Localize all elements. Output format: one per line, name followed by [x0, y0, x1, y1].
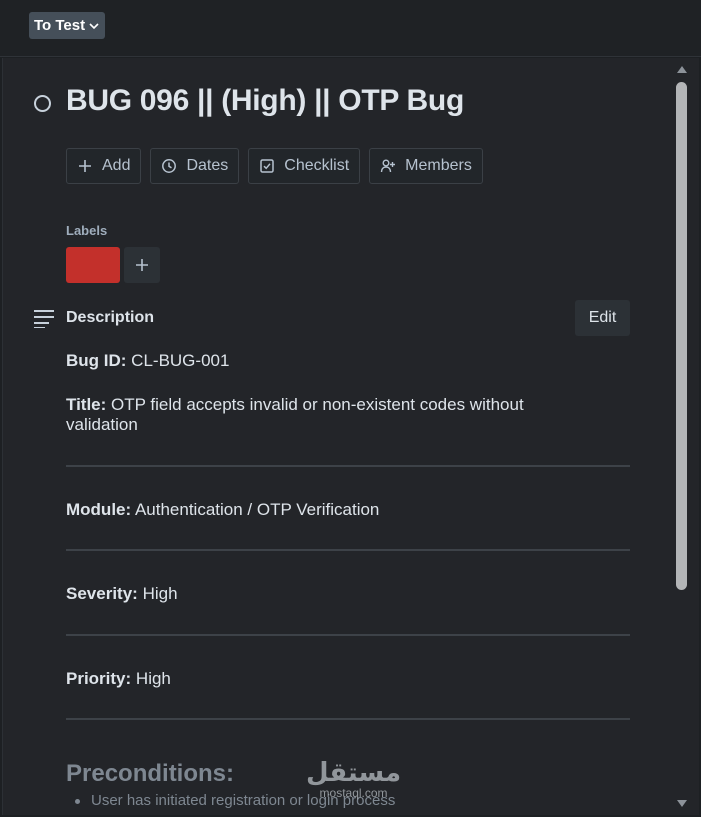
- field-value: High: [135, 669, 171, 688]
- add-person-icon: [380, 159, 396, 173]
- members-button[interactable]: Members: [369, 148, 483, 184]
- field-value: OTP field accepts invalid or non-existen…: [66, 395, 524, 434]
- list-header: To Test: [0, 0, 701, 57]
- add-button-label: Add: [102, 157, 131, 174]
- field-module: Module: Authentication / OTP Verificatio…: [66, 500, 586, 520]
- dates-button[interactable]: Dates: [150, 148, 240, 184]
- scroll-down-arrow-icon[interactable]: [677, 800, 687, 807]
- field-value: Authentication / OTP Verification: [134, 500, 380, 519]
- divider: [66, 549, 630, 551]
- watermark-latin: mostaql.com: [319, 786, 388, 800]
- field-key: Bug ID:: [66, 351, 127, 370]
- checkbox-icon: [260, 159, 275, 173]
- description-icon: [34, 310, 54, 328]
- clock-icon: [162, 159, 177, 173]
- field-key: Module:: [66, 500, 132, 519]
- card-actions: Add Dates Checklist Members: [66, 148, 483, 184]
- dates-button-label: Dates: [186, 157, 229, 174]
- labels-heading: Labels: [66, 223, 108, 238]
- bullet-dot: [75, 798, 80, 804]
- add-button[interactable]: Add: [66, 148, 142, 184]
- watermark-logo: مستقل mostaql.com: [306, 759, 401, 799]
- divider: [66, 634, 630, 636]
- field-severity: Severity: High: [66, 584, 586, 604]
- watermark-arabic: مستقل: [306, 758, 402, 788]
- vertical-scrollbar[interactable]: [674, 58, 690, 815]
- preconditions-heading: Preconditions:: [66, 760, 235, 787]
- add-label-button[interactable]: [124, 247, 160, 283]
- description-heading: Description: [66, 309, 155, 326]
- divider: [66, 718, 630, 720]
- field-value: CL-BUG-001: [131, 351, 230, 370]
- field-key: Title:: [66, 395, 107, 414]
- field-key: Severity:: [66, 584, 138, 603]
- card-detail-panel: BUG 096 || (High) || OTP Bug Add Dates C…: [2, 58, 699, 815]
- plus-icon: [136, 259, 148, 271]
- chevron-down-icon: [89, 23, 99, 30]
- members-button-label: Members: [405, 157, 472, 174]
- complete-toggle-icon[interactable]: [34, 95, 51, 112]
- edit-description-button[interactable]: Edit: [575, 300, 630, 336]
- field-title: Title: OTP field accepts invalid or non-…: [66, 395, 586, 435]
- field-key: Priority:: [66, 669, 132, 688]
- checklist-button-label: Checklist: [284, 157, 350, 174]
- card-title[interactable]: BUG 096 || (High) || OTP Bug: [66, 84, 464, 118]
- checklist-button[interactable]: Checklist: [248, 148, 361, 184]
- field-value: High: [142, 584, 178, 603]
- scroll-up-arrow-icon[interactable]: [677, 66, 687, 73]
- list-status-button[interactable]: To Test: [29, 12, 106, 39]
- scrollbar-thumb[interactable]: [676, 82, 687, 590]
- field-priority: Priority: High: [66, 669, 586, 689]
- plus-icon: [79, 160, 91, 172]
- list-status-label: To Test: [34, 17, 86, 34]
- field-bug-id: Bug ID: CL-BUG-001: [66, 351, 586, 371]
- label-chip-red[interactable]: [66, 247, 120, 283]
- divider: [66, 465, 630, 467]
